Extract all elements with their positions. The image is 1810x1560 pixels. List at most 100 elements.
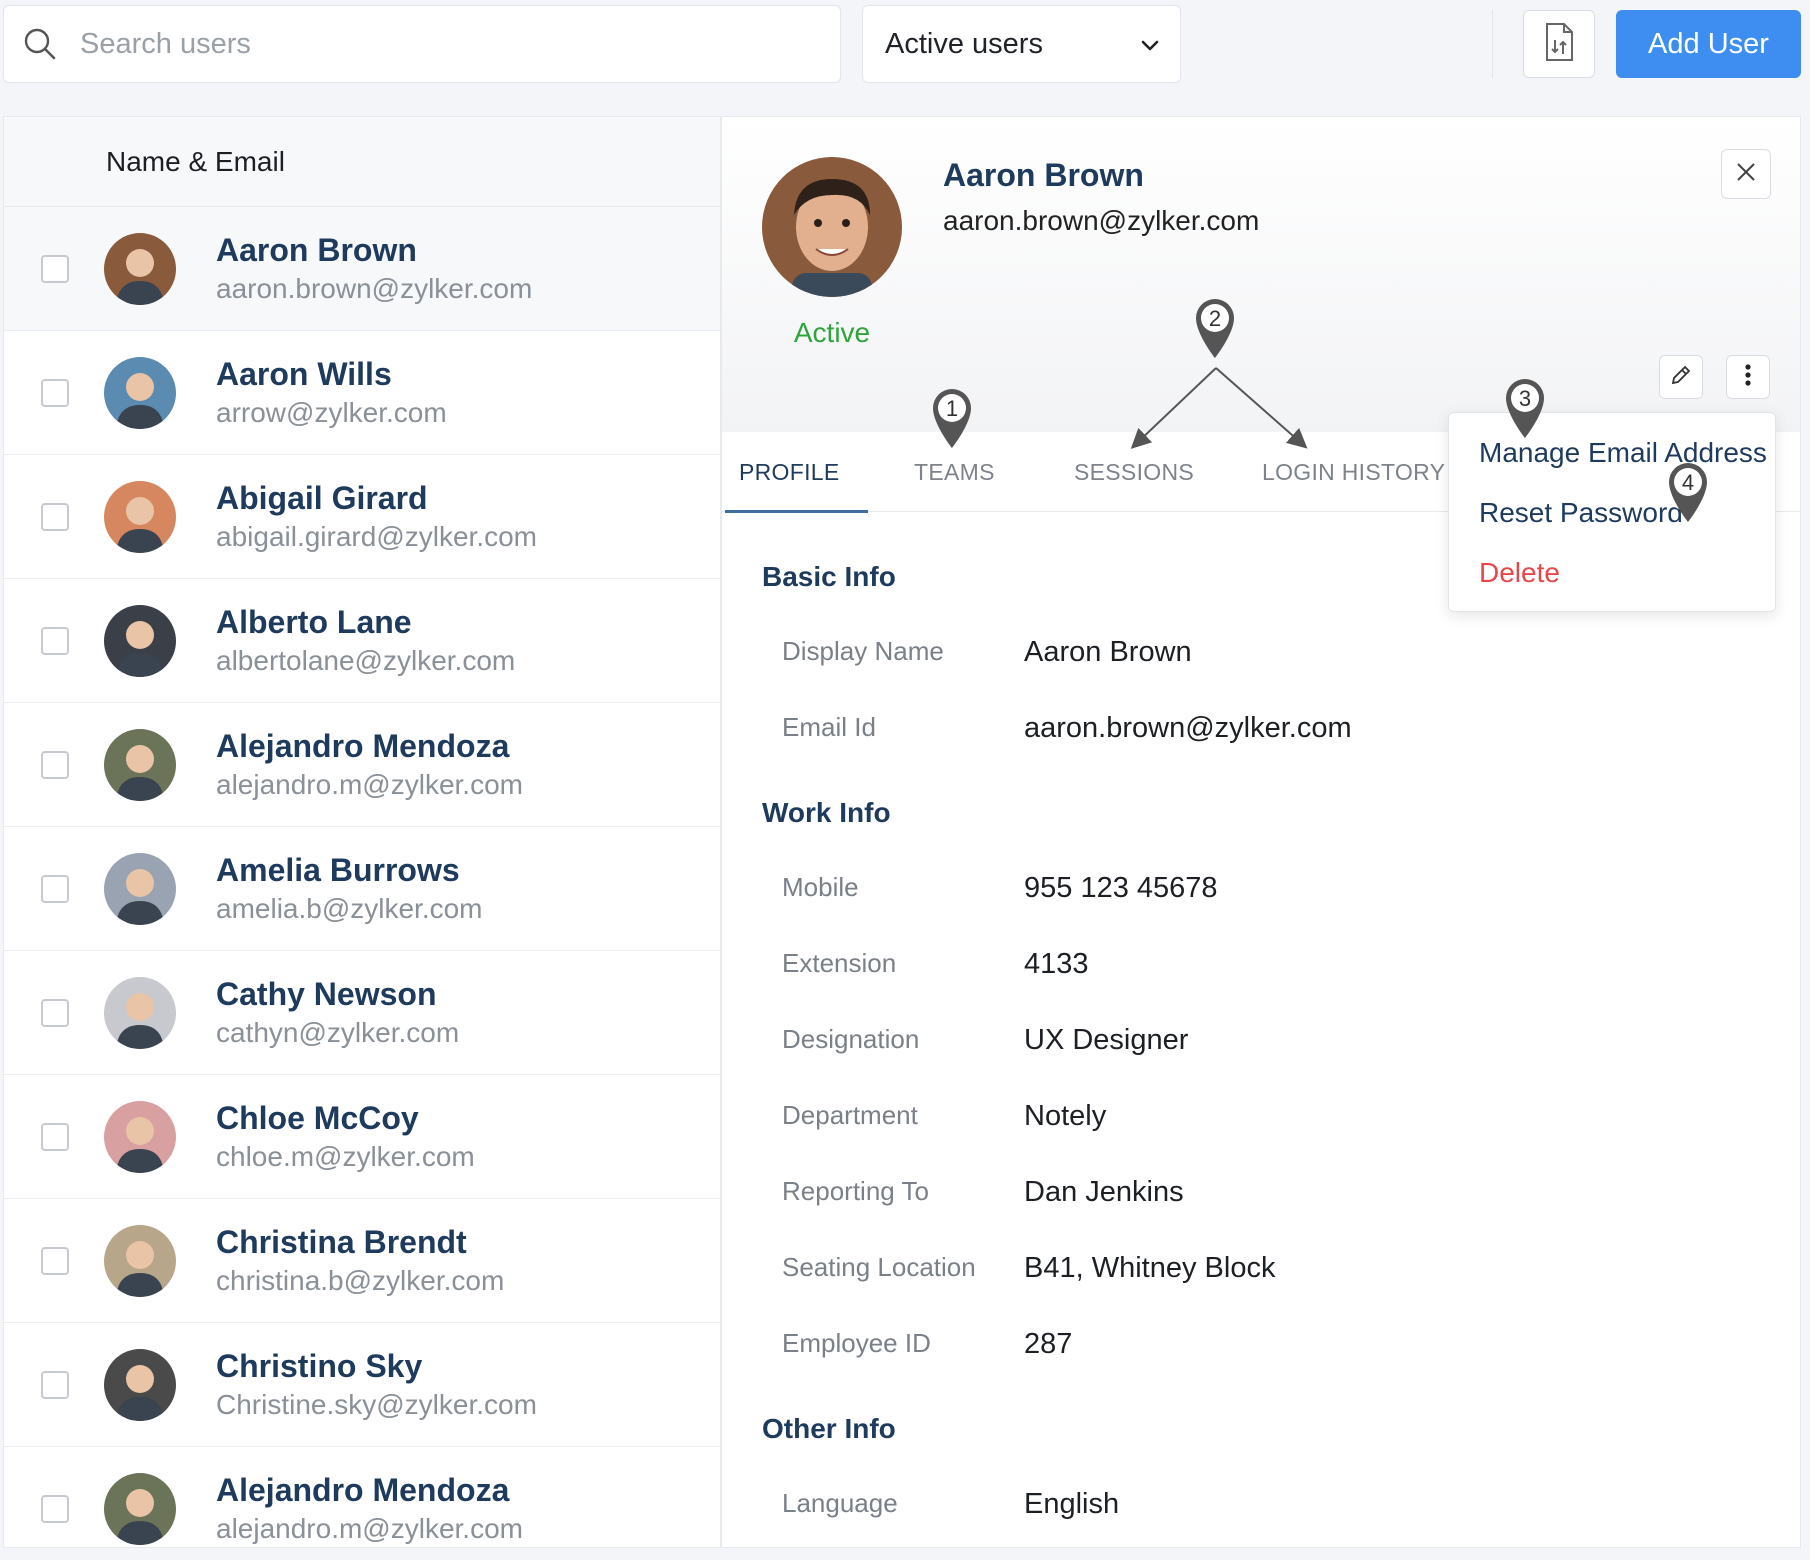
tab-profile[interactable]: PROFILE [725, 432, 867, 513]
user-filter-dropdown[interactable]: Active users [862, 5, 1181, 83]
avatar [104, 728, 176, 801]
user-name: Alejandro Mendoza [216, 1471, 510, 1508]
user-row-text: Alejandro Mendoza alejandro.m@zylker.com [216, 1471, 523, 1547]
user-row[interactable]: Abigail Girard abigail.girard@zylker.com [4, 455, 720, 579]
user-email: Christine.sky@zylker.com [216, 1388, 537, 1420]
row-checkbox[interactable] [41, 254, 69, 283]
user-row[interactable]: Alejandro Mendoza alejandro.m@zylker.com [4, 1447, 720, 1547]
user-email: abigail.girard@zylker.com [216, 520, 537, 552]
close-icon [1735, 161, 1757, 188]
field-label: Extension [782, 948, 897, 978]
field-label: Language [782, 1488, 898, 1518]
user-row[interactable]: Cathy Newson cathyn@zylker.com [4, 951, 720, 1075]
avatar [104, 1348, 176, 1421]
tab-login-history[interactable]: LOGIN HISTORY [1262, 432, 1445, 512]
row-checkbox[interactable] [41, 1370, 69, 1399]
field-label: Designation [782, 1024, 920, 1054]
avatar [104, 604, 176, 677]
field-value: Dan Jenkins [1024, 1176, 1184, 1208]
vertical-ellipsis-icon [1744, 363, 1752, 392]
list-header: Name & Email [4, 117, 720, 207]
chevron-down-icon [1140, 28, 1160, 61]
avatar [104, 1472, 176, 1545]
row-checkbox[interactable] [41, 874, 69, 903]
field-value: aaron.brown@zylker.com [1024, 712, 1352, 744]
field-value: 287 [1024, 1328, 1073, 1360]
pin-number: 3 [1519, 386, 1531, 411]
user-name: Christina Brendt [216, 1223, 467, 1260]
menu-item-delete[interactable]: Delete [1479, 557, 1560, 589]
user-row[interactable]: Aaron Brown aaron.brown@zylker.com [4, 207, 720, 331]
add-user-label: Add User [1648, 27, 1769, 60]
field-value: 955 123 45678 [1024, 872, 1218, 904]
pin-number: 1 [946, 396, 958, 421]
row-checkbox[interactable] [41, 378, 69, 407]
user-name: Abigail Girard [216, 479, 428, 516]
avatar [104, 356, 176, 429]
tab-sessions[interactable]: SESSIONS [1074, 432, 1194, 512]
row-checkbox[interactable] [41, 502, 69, 531]
add-user-button[interactable]: Add User [1616, 10, 1801, 78]
search-input[interactable] [80, 27, 780, 61]
field-label: Display Name [782, 636, 944, 666]
row-checkbox[interactable] [41, 750, 69, 779]
user-row[interactable]: Amelia Burrows amelia.b@zylker.com [4, 827, 720, 951]
section-other-info: Other Info [762, 1413, 896, 1444]
detail-user-email: aaron.brown@zylker.com [943, 205, 1260, 236]
user-row[interactable]: Christina Brendt christina.b@zylker.com [4, 1199, 720, 1323]
user-row-text: Aaron Wills arrow@zylker.com [216, 355, 447, 431]
user-email: cathyn@zylker.com [216, 1016, 460, 1048]
annotation-pin-1: 1 [929, 386, 975, 450]
user-detail-panel: Active Aaron Brown aaron.brown@zylker.co… [721, 116, 1801, 1548]
user-row-text: Cathy Newson cathyn@zylker.com [216, 975, 459, 1051]
file-transfer-icon [1543, 22, 1575, 67]
search-icon [20, 24, 60, 64]
row-checkbox[interactable] [41, 1246, 69, 1275]
edit-button[interactable] [1659, 355, 1703, 399]
field-value: UX Designer [1024, 1024, 1189, 1056]
user-row[interactable]: Aaron Wills arrow@zylker.com [4, 331, 720, 455]
column-header-name-email: Name & Email [106, 145, 285, 177]
user-row-text: Alejandro Mendoza alejandro.m@zylker.com [216, 727, 523, 803]
close-button[interactable] [1721, 149, 1771, 199]
user-email: chloe.m@zylker.com [216, 1140, 475, 1172]
row-checkbox[interactable] [41, 626, 69, 655]
section-work-info: Work Info [762, 797, 891, 828]
user-name: Alberto Lane [216, 603, 412, 640]
avatar [104, 1100, 176, 1173]
menu-item-reset-password[interactable]: Reset Password [1479, 497, 1683, 529]
import-export-button[interactable] [1523, 10, 1595, 78]
more-options-button[interactable] [1726, 355, 1770, 399]
user-email: arrow@zylker.com [216, 396, 447, 428]
row-checkbox[interactable] [41, 998, 69, 1027]
search-box[interactable] [3, 5, 841, 83]
avatar [104, 1224, 176, 1297]
pencil-icon [1670, 364, 1692, 391]
user-row[interactable]: Christino Sky Christine.sky@zylker.com [4, 1323, 720, 1447]
user-email: christina.b@zylker.com [216, 1264, 505, 1296]
user-row-text: Amelia Burrows amelia.b@zylker.com [216, 851, 483, 927]
field-value: Notely [1024, 1100, 1107, 1132]
section-basic-info: Basic Info [762, 561, 896, 592]
field-label: Mobile [782, 872, 859, 902]
menu-item-manage-email[interactable]: Manage Email Address [1479, 437, 1767, 469]
user-row-text: Aaron Brown aaron.brown@zylker.com [216, 231, 532, 307]
user-row-text: Christina Brendt christina.b@zylker.com [216, 1223, 504, 1299]
pin-number: 2 [1209, 306, 1221, 331]
field-value: 4133 [1024, 948, 1089, 980]
field-value: Aaron Brown [1024, 636, 1192, 668]
user-email: alejandro.m@zylker.com [216, 1512, 523, 1544]
avatar [104, 232, 176, 305]
row-checkbox[interactable] [41, 1494, 69, 1523]
user-row[interactable]: Chloe McCoy chloe.m@zylker.com [4, 1075, 720, 1199]
user-row[interactable]: Alberto Lane albertolane@zylker.com [4, 579, 720, 703]
field-value: B41, Whitney Block [1024, 1252, 1276, 1284]
row-checkbox[interactable] [41, 1122, 69, 1151]
field-label: Seating Location [782, 1252, 976, 1282]
user-name: Christino Sky [216, 1347, 423, 1384]
field-label: Email Id [782, 712, 876, 742]
user-row[interactable]: Alejandro Mendoza alejandro.m@zylker.com [4, 703, 720, 827]
user-row-text: Alberto Lane albertolane@zylker.com [216, 603, 515, 679]
user-row-text: Abigail Girard abigail.girard@zylker.com [216, 479, 537, 555]
field-value: English [1024, 1488, 1120, 1520]
